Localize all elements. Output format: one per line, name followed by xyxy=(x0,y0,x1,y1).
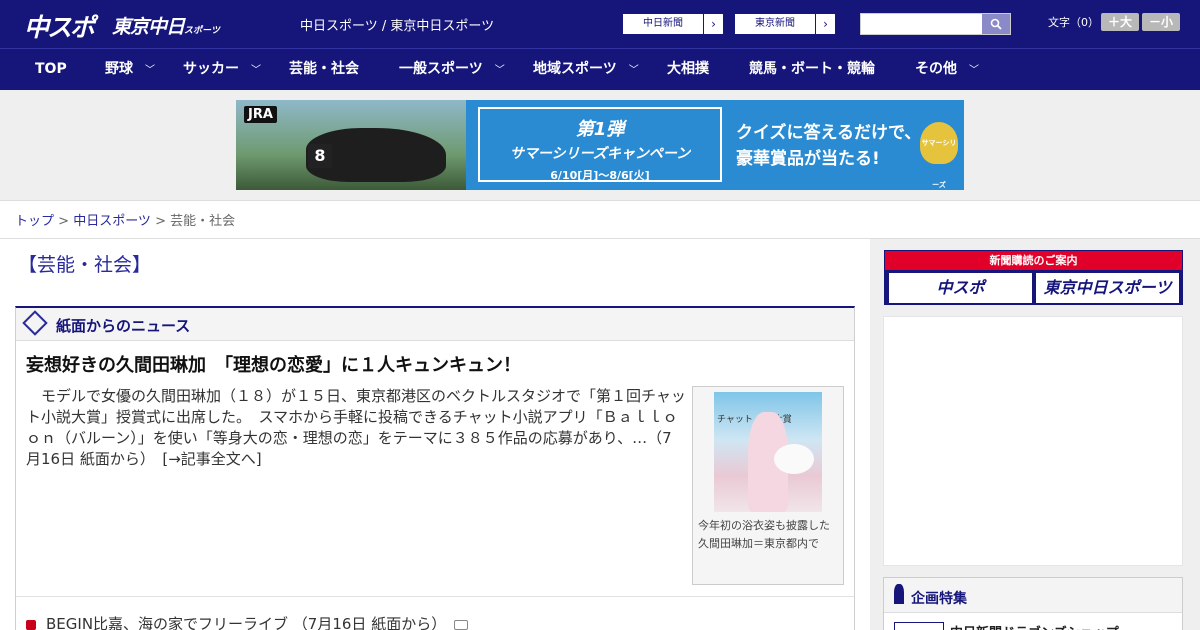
tokyo-shimbun-label: 東京新聞 xyxy=(755,18,795,29)
nav-sumo[interactable]: 大相撲 xyxy=(667,49,709,90)
quiz-line1: クイズに答えるだけで、 xyxy=(736,123,922,143)
feature-box: 企画特集 中日新聞ドラゴンズショップ xyxy=(883,577,1183,630)
horse-race-photo: JRA 8 xyxy=(236,100,466,190)
main-nav: TOP 野球 ﹀ サッカー ﹀ 芸能・社会 一般スポーツ ﹀ 地域スポーツ ﹀ 大相撲 … xyxy=(0,48,1200,90)
seal-plush xyxy=(774,444,814,474)
banner-area: JRA 8 第1弾 サマーシリーズキャンペーン 6/10[月]～8/6[火] ク… xyxy=(0,90,1200,201)
tokyo-chunichi-logo-suffix: スポーツ xyxy=(184,26,220,36)
font-smaller-button[interactable]: －小 xyxy=(1142,13,1180,31)
subscription-box: 新聞購読のご案内 中スポ 東京中日スポーツ xyxy=(884,250,1183,305)
news-section: 紙面からのニュース 妄想好きの久間田琳加 「理想の恋愛」に１人キュンキュン！ モ… xyxy=(15,306,855,630)
summer-series-badge: サマーシリーズ xyxy=(920,122,958,189)
search-button[interactable] xyxy=(982,14,1010,34)
search-icon xyxy=(990,18,1002,30)
feature-title: 企画特集 xyxy=(911,591,967,607)
horse-number: 8 xyxy=(308,144,332,168)
quiz-text: クイズに答えるだけで、 豪華賞品が当たる! xyxy=(736,120,921,172)
page-title: 【芸能・社会】 xyxy=(18,254,152,276)
breadcrumb-chunichi[interactable]: 中日スポーツ xyxy=(73,214,151,229)
ribbon-icon xyxy=(894,584,904,604)
subscribe-chuspo-button[interactable]: 中スポ xyxy=(889,273,1032,303)
photo-caption: 今年初の浴衣姿も披露した久間田琳加＝東京都内で xyxy=(698,519,830,550)
chevron-down-icon: ﹀ xyxy=(145,65,155,76)
tokyo-chunichi-logo-text: 東京中日 xyxy=(112,16,185,38)
nav-label: その他 xyxy=(915,61,957,77)
news-section-title: 紙面からのニュース xyxy=(56,317,191,335)
jra-banner-ad[interactable]: JRA 8 第1弾 サマーシリーズキャンペーン 6/10[月]～8/6[火] ク… xyxy=(236,100,964,190)
news-section-header: 紙面からのニュース xyxy=(16,308,854,341)
divider xyxy=(16,596,854,597)
subscribe-tokyo-chunichi-button[interactable]: 東京中日スポーツ xyxy=(1036,273,1179,303)
feature-item[interactable]: 中日新聞ドラゴンズショップ xyxy=(950,622,1119,630)
nav-label: 地域スポーツ xyxy=(533,61,617,77)
nav-other[interactable]: その他 ﹀ xyxy=(915,49,979,90)
breadcrumb-sep: > xyxy=(150,214,171,229)
feature-thumbnail[interactable] xyxy=(894,622,944,630)
nav-label: TOP xyxy=(35,61,67,77)
bullet-icon xyxy=(26,619,36,630)
nav-label: 野球 xyxy=(105,61,133,77)
nav-label: 大相撲 xyxy=(667,61,709,77)
breadcrumb-top[interactable]: トップ xyxy=(15,214,54,229)
article-headline[interactable]: 妄想好きの久間田琳加 「理想の恋愛」に１人キュンキュン！ xyxy=(26,351,521,377)
chevron-down-icon: ﹀ xyxy=(494,65,505,76)
article-summary: モデルで女優の久間田琳加（１８）が１５日、東京都港区のベクトルスタジオで「第１回… xyxy=(26,387,686,468)
nav-label: サッカー xyxy=(183,61,239,77)
font-size-label: 文字（0） xyxy=(1048,16,1099,29)
campaign-line1: 第1弾 xyxy=(575,119,625,140)
nav-label: 競馬・ボート・競輪 xyxy=(749,61,875,77)
tokyo-chunichi-logo[interactable]: 東京中日スポーツ xyxy=(112,12,220,39)
top-bar: 中スポ 東京中日スポーツ 中日スポーツ / 東京中日スポーツ 中日新聞 › 東京… xyxy=(0,0,1200,48)
search-input[interactable] xyxy=(860,13,1011,35)
camera-icon xyxy=(454,619,469,630)
nav-entertainment[interactable]: 芸能・社会 xyxy=(289,49,359,90)
campaign-line2: サマーシリーズキャンペーン xyxy=(509,146,691,162)
nav-soccer[interactable]: サッカー ﹀ xyxy=(183,49,261,90)
campaign-box: 第1弾 サマーシリーズキャンペーン 6/10[月]～8/6[火] xyxy=(478,107,722,182)
site-links[interactable]: 中日スポーツ / 東京中日スポーツ xyxy=(300,15,494,34)
feature-header: 企画特集 xyxy=(884,578,1182,613)
nav-label: 芸能・社会 xyxy=(289,61,359,77)
subscription-band: 新聞購読のご案内 xyxy=(885,251,1182,270)
breadcrumb-current: 芸能・社会 xyxy=(170,214,236,229)
nav-regional-sports[interactable]: 地域スポーツ ﹀ xyxy=(533,49,639,90)
breadcrumb-sep: > xyxy=(54,214,74,229)
nav-general-sports[interactable]: 一般スポーツ ﹀ xyxy=(399,49,505,90)
chevron-down-icon: ﹀ xyxy=(628,65,639,76)
news-list-item[interactable]: BEGIN比嘉、海の家でフリーライブ （7月16日 紙面から） xyxy=(26,613,469,630)
article-photo[interactable]: チャット 小説大賞 今年初の浴衣姿も披露した久間田琳加＝東京都内で xyxy=(692,386,844,585)
chevron-down-icon: ﹀ xyxy=(969,65,979,76)
campaign-dates: 6/10[月]～8/6[火] xyxy=(550,169,650,182)
nav-baseball[interactable]: 野球 ﹀ xyxy=(105,49,155,90)
quiz-line2: 豪華賞品が当たる! xyxy=(736,149,880,169)
nav-racing[interactable]: 競馬・ボート・競輪 xyxy=(749,49,875,90)
newspaper-icon xyxy=(22,310,48,336)
nav-top[interactable]: TOP xyxy=(35,49,67,90)
tokyo-shimbun-button[interactable]: 東京新聞 › xyxy=(734,13,836,35)
news-list-item-text: BEGIN比嘉、海の家でフリーライブ （7月16日 紙面から） xyxy=(46,615,447,630)
font-larger-button[interactable]: ＋大 xyxy=(1101,13,1139,31)
article-photo-image: チャット 小説大賞 xyxy=(714,392,822,512)
nav-label: 一般スポーツ xyxy=(399,61,483,77)
sidebar-ad[interactable] xyxy=(883,316,1183,566)
chevron-down-icon: ﹀ xyxy=(251,65,261,76)
chuspo-logo[interactable]: 中スポ xyxy=(24,8,95,44)
breadcrumb: トップ > 中日スポーツ > 芸能・社会 xyxy=(15,210,235,229)
chevron-right-icon: › xyxy=(815,14,835,34)
chunichi-shimbun-button[interactable]: 中日新聞 › xyxy=(622,13,724,35)
chunichi-shimbun-label: 中日新聞 xyxy=(643,18,683,29)
jra-logo: JRA xyxy=(244,106,277,123)
chevron-right-icon: › xyxy=(703,14,723,34)
